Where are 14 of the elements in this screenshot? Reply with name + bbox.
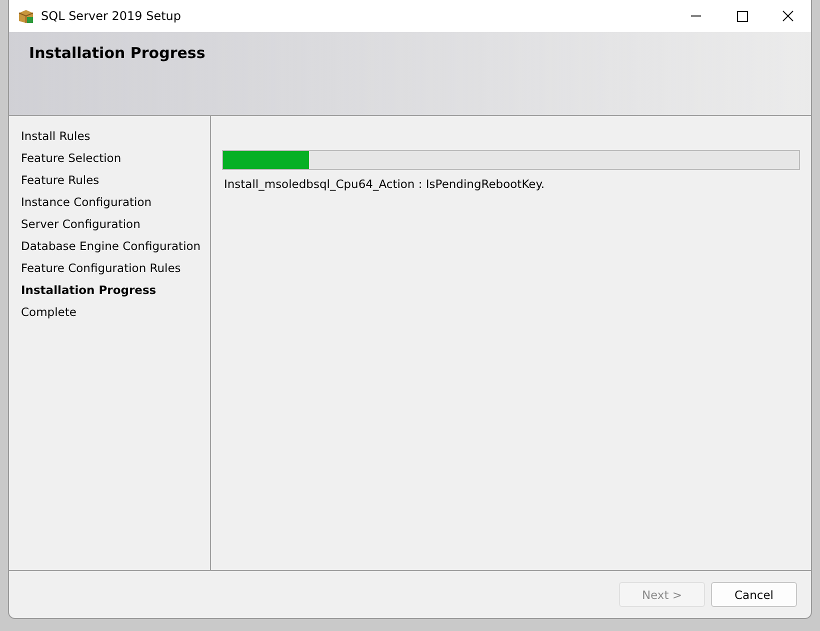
step-item: Complete xyxy=(21,305,78,321)
step-item: Install Rules xyxy=(21,129,92,145)
step-item: Installation Progress xyxy=(21,283,158,299)
step-item: Database Engine Configuration xyxy=(21,239,202,255)
step-item: Feature Selection xyxy=(21,151,122,167)
step-item: Server Configuration xyxy=(21,217,142,233)
window-title: SQL Server 2019 Setup xyxy=(41,9,182,23)
page-heading: Installation Progress xyxy=(29,44,206,62)
step-item: Instance Configuration xyxy=(21,195,153,211)
box-icon xyxy=(18,8,34,24)
step-item: Feature Configuration Rules xyxy=(21,261,182,277)
step-item: Feature Rules xyxy=(21,173,100,189)
cancel-button[interactable]: Cancel xyxy=(711,582,797,607)
status-text: Install_msoledbsql_Cpu64_Action : IsPendingRebootKey. xyxy=(224,177,546,191)
